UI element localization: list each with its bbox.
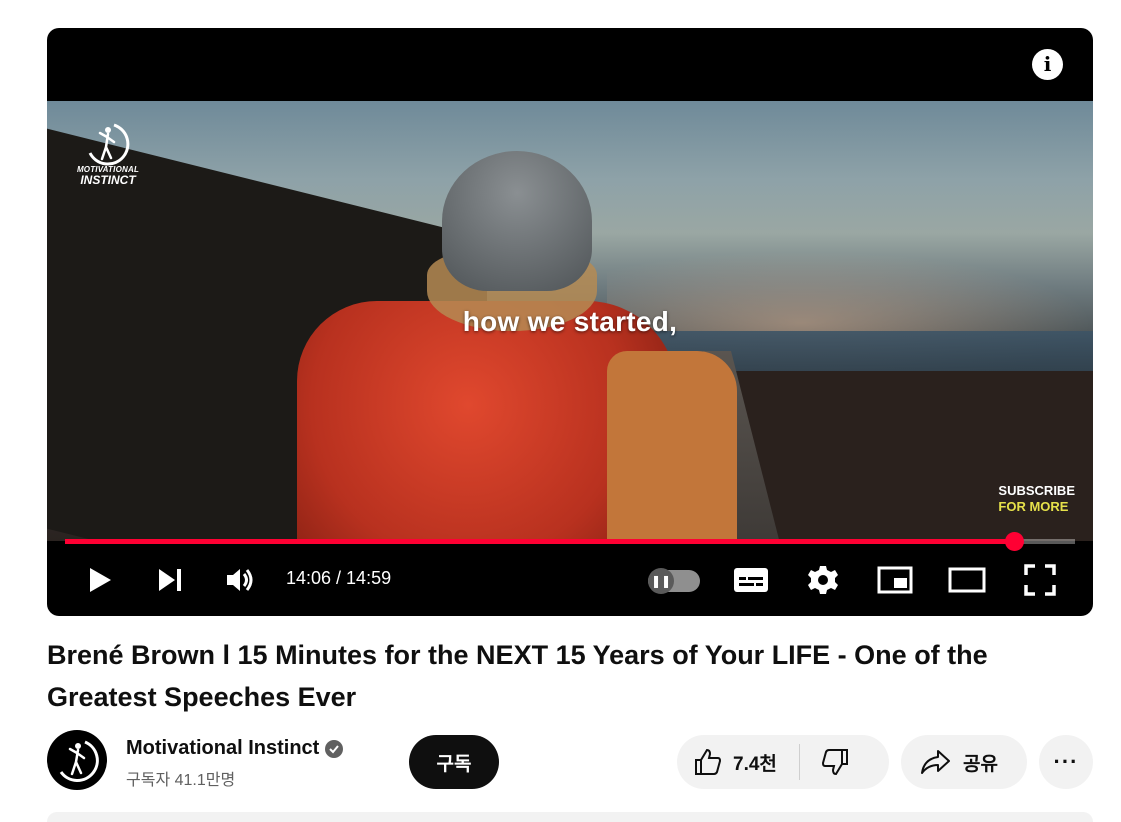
volume-icon <box>227 569 253 591</box>
next-icon <box>159 569 181 591</box>
progress-fill <box>65 539 1015 544</box>
pause-icon: ❚❚ <box>648 568 674 594</box>
runner-logo-icon <box>88 123 130 166</box>
theater-mode-button[interactable] <box>946 558 988 602</box>
channel-avatar[interactable] <box>47 730 107 790</box>
time-display: 14:06 / 14:59 <box>286 568 392 588</box>
verified-check-icon <box>325 739 344 758</box>
player-controls: 14:06 / 14:59 ❚❚ <box>47 550 1093 610</box>
video-frame[interactable]: MOTIVATIONAL INSTINCT how we started, SU… <box>47 101 1093 541</box>
subscriber-count: 구독자 41.1만명 <box>126 772 236 789</box>
play-button[interactable] <box>83 558 117 602</box>
subtitles-icon <box>734 568 768 592</box>
runner-logo-icon <box>59 740 99 782</box>
video-scene-hat <box>442 151 592 291</box>
progress-bar[interactable] <box>65 532 1075 551</box>
theater-icon <box>948 567 986 593</box>
subscribe-watermark-line2: FOR MORE <box>998 499 1069 514</box>
settings-button[interactable] <box>803 558 843 602</box>
description-box-edge <box>47 812 1093 822</box>
miniplayer-button[interactable] <box>875 558 915 602</box>
video-scene-jacket <box>607 351 737 541</box>
miniplayer-icon <box>877 566 913 594</box>
share-label: 공유 <box>963 753 998 775</box>
fullscreen-icon <box>1024 564 1056 596</box>
progress-scrubber[interactable] <box>1005 532 1025 551</box>
more-actions-button[interactable]: ··· <box>1039 735 1093 789</box>
thumbs-down-icon <box>821 749 848 776</box>
video-caption: how we started, <box>462 306 678 337</box>
like-dislike-group: 7.4천 <box>677 735 889 789</box>
video-title: Brené Brown l 15 Minutes for the NEXT 15… <box>47 640 988 712</box>
share-button[interactable]: 공유 <box>901 735 1027 789</box>
play-icon <box>90 568 111 592</box>
channel-name[interactable]: Motivational Instinct <box>126 737 319 760</box>
subscribe-watermark: SUBSCRIBE FOR MORE <box>998 483 1075 515</box>
dislike-button[interactable] <box>800 747 850 777</box>
autoplay-toggle[interactable]: ❚❚ <box>648 568 700 594</box>
thumbs-up-icon <box>695 748 722 775</box>
fullscreen-button[interactable] <box>1020 558 1060 602</box>
like-count: 7.4천 <box>733 753 777 775</box>
channel-name-row[interactable]: Motivational Instinct <box>126 737 344 760</box>
channel-watermark-logo: MOTIVATIONAL INSTINCT <box>73 121 143 191</box>
watermark-line2: INSTINCT <box>80 173 136 187</box>
share-icon <box>921 750 950 774</box>
like-button[interactable]: 7.4천 <box>677 744 800 780</box>
subscribe-watermark-line1: SUBSCRIBE <box>998 483 1075 498</box>
volume-button[interactable] <box>223 558 259 602</box>
settings-icon <box>808 566 838 594</box>
video-player[interactable]: MOTIVATIONAL INSTINCT how we started, SU… <box>47 28 1093 616</box>
subscribe-button[interactable]: 구독 <box>409 735 499 789</box>
next-button[interactable] <box>153 558 187 602</box>
info-button[interactable]: i <box>1032 49 1063 80</box>
subtitles-button[interactable] <box>731 558 771 602</box>
